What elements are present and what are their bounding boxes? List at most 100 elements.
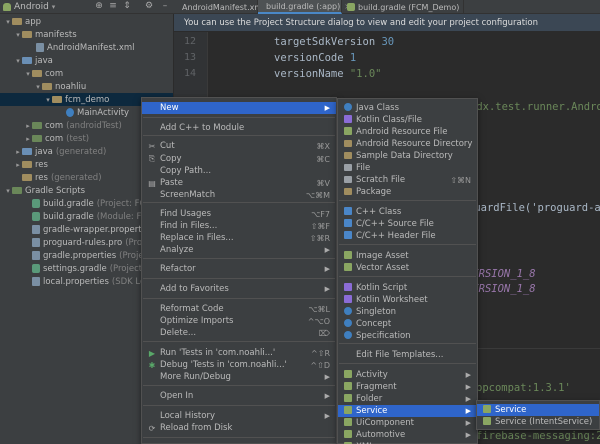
- menu-item-optimize-imports[interactable]: Optimize Imports ^⌥O: [142, 315, 336, 327]
- menu-item-more-run-debug[interactable]: More Run/Debug ▶: [142, 371, 336, 383]
- tree-item-com[interactable]: ▾ com: [0, 67, 66, 80]
- chevron-right-icon[interactable]: ▸: [14, 161, 22, 169]
- menu-item-label: More Run/Debug: [160, 372, 231, 382]
- chevron-right-icon: ▶: [324, 104, 330, 112]
- menu-item-copy-path[interactable]: Copy Path...: [142, 165, 336, 177]
- new-item-automotive[interactable]: Automotive ▶: [338, 429, 477, 441]
- expand-icon[interactable]: ⇕: [122, 1, 132, 11]
- menu-item-label: Edit File Templates...: [356, 350, 444, 360]
- tree-item-android-manifest[interactable]: AndroidManifest.xml: [0, 41, 138, 54]
- new-item-edit-file-templates[interactable]: Edit File Templates...: [338, 349, 477, 361]
- tree-item-main-activity[interactable]: MainActivity: [0, 106, 132, 119]
- menu-item-cut[interactable]: ✂ Cut ⌘X: [142, 140, 336, 152]
- tree-item-gradle-scripts[interactable]: ▾ Gradle Scripts: [0, 184, 88, 197]
- new-item-android-resource-file[interactable]: Android Resource File: [338, 126, 477, 138]
- chevron-right-icon: ▶: [465, 395, 471, 403]
- collapse-icon[interactable]: ≡: [108, 1, 118, 11]
- new-item-c-c-header-file[interactable]: C/C++ Header File: [338, 230, 477, 242]
- locate-icon[interactable]: ⊕: [94, 1, 104, 11]
- minimize-icon[interactable]: –: [160, 1, 170, 11]
- chevron-down-icon[interactable]: ▾: [4, 187, 12, 195]
- chevron-right-icon[interactable]: ▸: [24, 135, 32, 143]
- menu-item-find-in-files[interactable]: Find in Files... ⇧⌘F: [142, 220, 336, 232]
- android-studio-window: Android ▾ ⊕ ≡ ⇕ ⚙ – AndroidManifest.xml …: [0, 0, 600, 444]
- tree-item-com-android-test[interactable]: ▸ com (androidTest): [0, 119, 122, 132]
- tree-item-manifests[interactable]: ▾ manifests: [0, 28, 80, 41]
- menu-item-add-c-to-module[interactable]: Add C++ to Module: [142, 122, 336, 134]
- new-item-kotlin-class-file[interactable]: Kotlin Class/File: [338, 114, 477, 126]
- tab-build-gradle-project[interactable]: build.gradle (FCM_Demo): [342, 0, 465, 14]
- new-item-singleton[interactable]: Singleton: [338, 306, 477, 318]
- gear-icon[interactable]: ⚙: [144, 1, 154, 11]
- menu-item-open-in[interactable]: Open In ▶: [142, 390, 336, 402]
- menu-item-local-history[interactable]: Local History ▶: [142, 410, 336, 422]
- menu-item-label: File: [356, 163, 371, 173]
- chevron-down-icon[interactable]: ▾: [24, 70, 32, 78]
- menu-item-screenmatch[interactable]: ScreenMatch ⌥⌘M: [142, 189, 336, 201]
- new-item-vector-asset[interactable]: Vector Asset: [338, 262, 477, 274]
- new-item-kotlin-worksheet[interactable]: Kotlin Worksheet: [338, 294, 477, 306]
- new-item-c-class[interactable]: C++ Class: [338, 206, 477, 218]
- new-item-java-class[interactable]: Java Class: [338, 102, 477, 114]
- new-item-fragment[interactable]: Fragment ▶: [338, 381, 477, 393]
- menu-item-delete[interactable]: Delete... ⌦: [142, 327, 336, 339]
- service-item-service[interactable]: Service: [477, 404, 599, 416]
- menu-item-run-tests-in-com-noahli[interactable]: ▶ Run 'Tests in 'com.noahli...' ^⇧R: [142, 347, 336, 359]
- shortcut-label: ^⇧R: [311, 348, 330, 358]
- tree-item-com-test[interactable]: ▸ com (test): [0, 132, 89, 145]
- menu-item-find-usages[interactable]: Find Usages ⌥F7: [142, 208, 336, 220]
- new-item-sample-data-directory[interactable]: Sample Data Directory: [338, 150, 477, 162]
- android-icon: [343, 430, 353, 440]
- chevron-right-icon[interactable]: ▸: [24, 122, 32, 130]
- tab-build-gradle-app[interactable]: build.gradle (:app) ×: [258, 0, 351, 14]
- tree-item-res[interactable]: ▸ res: [0, 158, 51, 171]
- tab-android-manifest[interactable]: AndroidManifest.xml ×: [174, 0, 275, 14]
- new-item-uicomponent[interactable]: UiComponent ▶: [338, 417, 477, 429]
- tree-item-noahliu[interactable]: ▾ noahliu: [0, 80, 89, 93]
- tree-item-label: settings.gradle: [43, 263, 107, 274]
- chevron-right-icon: ▶: [465, 419, 471, 427]
- chevron-right-icon[interactable]: ▸: [14, 148, 22, 156]
- new-item-service[interactable]: Service ▶: [338, 405, 477, 417]
- menu-item-add-to-favorites[interactable]: Add to Favorites ▶: [142, 283, 336, 295]
- chevron-down-icon[interactable]: ▾: [14, 31, 22, 39]
- new-item-kotlin-script[interactable]: Kotlin Script: [338, 282, 477, 294]
- chevron-down-icon[interactable]: ▾: [34, 83, 42, 91]
- menu-item-paste[interactable]: ▤ Paste ⌘V: [142, 177, 336, 189]
- shortcut-label: ⌘V: [316, 178, 330, 188]
- menu-item-analyze[interactable]: Analyze ▶: [142, 244, 336, 256]
- new-item-image-asset[interactable]: Image Asset: [338, 250, 477, 262]
- new-item-c-c-source-file[interactable]: C/C++ Source File: [338, 218, 477, 230]
- project-structure-banner: You can use the Project Structure dialog…: [174, 14, 600, 32]
- new-item-concept[interactable]: Concept: [338, 318, 477, 330]
- menu-separator: [339, 343, 476, 344]
- tree-item-java-generated[interactable]: ▸ java (generated): [0, 145, 106, 158]
- menu-item-debug-tests-in-com-noahli[interactable]: ✱ Debug 'Tests in 'com.noahli...' ^⇧D: [142, 359, 336, 371]
- chevron-down-icon[interactable]: ▾: [14, 57, 22, 65]
- menu-item-new[interactable]: New ▶: [142, 102, 336, 114]
- cpp-icon: [343, 207, 353, 217]
- new-item-scratch-file[interactable]: Scratch File ⇧⌘N: [338, 174, 477, 186]
- android-view-selector[interactable]: Android ▾: [3, 2, 55, 12]
- android-icon: [343, 418, 353, 428]
- service-item-service-intentservice[interactable]: Service (IntentService): [477, 416, 599, 428]
- tree-item-res-generated[interactable]: res (generated): [0, 171, 102, 184]
- menu-separator: [143, 117, 335, 118]
- new-item-specification[interactable]: Specification: [338, 330, 477, 342]
- tree-item-java[interactable]: ▾ java: [0, 54, 56, 67]
- chevron-down-icon[interactable]: ▾: [4, 18, 12, 26]
- menu-item-reload-from-disk[interactable]: ⟳ Reload from Disk: [142, 422, 336, 434]
- menu-item-replace-in-files[interactable]: Replace in Files... ⇧⌘R: [142, 232, 336, 244]
- menu-item-refactor[interactable]: Refactor ▶: [142, 263, 336, 275]
- tree-item-app[interactable]: ▾ app: [0, 15, 44, 28]
- chevron-down-icon[interactable]: ▾: [44, 96, 52, 104]
- new-item-activity[interactable]: Activity ▶: [338, 369, 477, 381]
- menu-item-reformat-code[interactable]: Reformat Code ⌥⌘L: [142, 303, 336, 315]
- service-submenu: Service Service (IntentService): [476, 400, 600, 430]
- new-item-package[interactable]: Package: [338, 186, 477, 198]
- shortcut-label: ⌥⌘L: [308, 304, 330, 314]
- new-item-folder[interactable]: Folder ▶: [338, 393, 477, 405]
- menu-item-copy[interactable]: ⎘ Copy ⌘C: [142, 153, 336, 165]
- new-item-file[interactable]: File: [338, 162, 477, 174]
- new-item-android-resource-directory[interactable]: Android Resource Directory: [338, 138, 477, 150]
